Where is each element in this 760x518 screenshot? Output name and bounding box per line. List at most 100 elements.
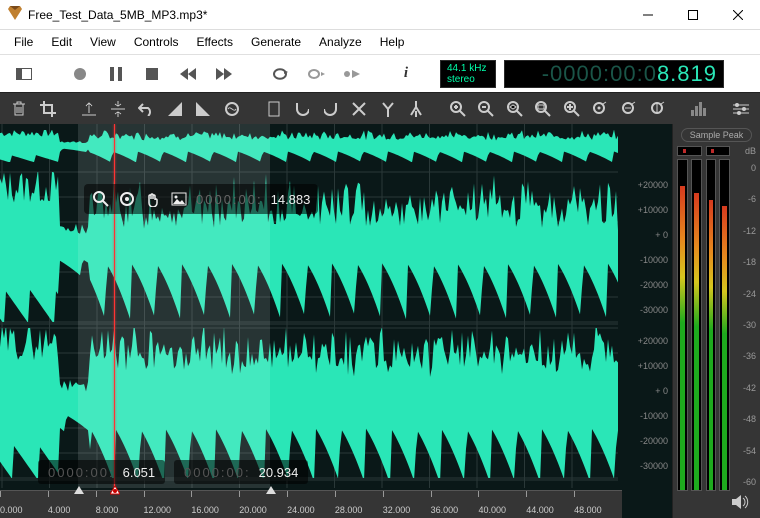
zoom-out-icon[interactable] [475,96,498,122]
amplitude-scale-lower: +20000+10000+ 0-10000-20000-30000 [622,328,672,478]
fade-out-icon[interactable] [192,96,215,122]
record-button[interactable] [66,60,94,88]
time-tick: 44.000 [526,491,574,518]
loop-selection-button[interactable] [302,60,330,88]
meter-bar-1 [677,159,688,491]
merge-icon[interactable] [405,96,428,122]
delete-icon[interactable] [8,96,31,122]
hover-toolbar: 0000:00: 14.883 [84,184,318,214]
time-tick: 12.000 [144,491,192,518]
settings-icon[interactable] [729,96,752,122]
loop-button[interactable] [266,60,294,88]
normalize-icon[interactable] [78,96,101,122]
cross-icon[interactable] [348,96,371,122]
menu-controls[interactable]: Controls [126,33,187,51]
transport-toolbar: i 44.1 kHz stereo -0000:00:08.819 [0,54,760,92]
info-button[interactable]: i [394,65,418,82]
sample-rate-label: 44.1 kHz [447,63,489,74]
sel-start-dim: 0000:00: [48,465,115,480]
peak-indicator-right [706,146,731,156]
meter-bar-3 [706,159,717,491]
overview-waveform[interactable] [0,130,618,162]
menu-file[interactable]: File [6,33,41,51]
time-tick: 40.000 [478,491,526,518]
target1-icon[interactable] [589,96,612,122]
hover-time-value: 14.883 [271,192,311,207]
time-tick: 24.000 [287,491,335,518]
time-tick: 8.000 [96,491,144,518]
maximize-button[interactable] [670,0,715,30]
crop-icon[interactable] [37,96,60,122]
menubar: File Edit View Controls Effects Generate… [0,30,760,54]
edit-toolbar [0,92,760,124]
curve-down-icon[interactable] [291,96,314,122]
sel-end-dim: 0000:00: [184,465,251,480]
levels-icon[interactable] [688,96,711,122]
sel-start-value: 6.051 [123,465,156,480]
view-mode-button[interactable] [10,60,38,88]
meter-panel: Sample Peak dB 0-6-12-18-24-30-36-42-48-… [672,124,760,518]
time-tick: 32.000 [383,491,431,518]
channels-label: stereo [447,74,489,85]
menu-view[interactable]: View [82,33,124,51]
menu-help[interactable]: Help [372,33,413,51]
menu-edit[interactable]: Edit [43,33,80,51]
zoom-sel-icon[interactable] [504,96,527,122]
window-title: Free_Test_Data_5MB_MP3.mp3* [28,8,625,22]
format-display: 44.1 kHz stereo [440,60,496,88]
time-display-value: 8.819 [657,61,717,87]
peak-indicator-left [677,146,702,156]
hover-zoom-icon[interactable] [92,190,110,208]
marker-rect-icon[interactable] [262,96,285,122]
stop-button[interactable] [138,60,166,88]
speaker-icon[interactable] [732,495,750,512]
envelope-icon[interactable] [221,96,244,122]
time-tick: 16.000 [191,491,239,518]
meter-bar-2 [691,159,702,491]
target2-icon[interactable] [618,96,641,122]
play-to-end-button[interactable] [338,60,366,88]
time-ruler[interactable]: 0.0004.0008.00012.00016.00020.00024.0002… [0,490,622,518]
time-display-dim: -0000:00:0 [542,61,657,87]
playhead[interactable] [114,124,115,488]
zoom-all-icon[interactable] [561,96,584,122]
titlebar: Free_Test_Data_5MB_MP3.mp3* [0,0,760,30]
app-icon [8,6,22,23]
time-tick: 4.000 [48,491,96,518]
peak-label[interactable]: Sample Peak [681,128,753,142]
selection-end-label[interactable]: 0000:00: 20.934 [174,460,308,484]
pause-button[interactable] [102,60,130,88]
zoom-in-icon[interactable] [446,96,469,122]
time-tick: 36.000 [431,491,479,518]
selection-start-label[interactable]: 0000:00: 6.051 [38,460,165,484]
time-tick: 48.000 [574,491,622,518]
menu-effects[interactable]: Effects [189,33,241,51]
channel-waveform-lower[interactable] [0,328,618,478]
undo-icon[interactable] [135,96,158,122]
waveform-panel[interactable]: 0000:00: 14.883 0000:00: 6.051 0000:00: 20.… [0,124,672,518]
curve-up-icon[interactable] [319,96,342,122]
zoom-fit-icon[interactable] [532,96,555,122]
hover-image-icon[interactable] [170,190,188,208]
amplitude-scale-upper: +20000+10000+ 0-10000-20000-30000 [622,172,672,322]
meter-bar-4 [719,159,730,491]
sel-end-value: 20.934 [259,465,299,480]
time-tick: 20.000 [239,491,287,518]
forward-button[interactable] [210,60,238,88]
hover-target-icon[interactable] [118,190,136,208]
minimize-button[interactable] [625,0,670,30]
work-area: 0000:00: 14.883 0000:00: 6.051 0000:00: 20.… [0,124,760,518]
hover-hand-icon[interactable] [144,190,162,208]
fork-icon[interactable] [376,96,399,122]
target3-icon[interactable] [646,96,669,122]
menu-generate[interactable]: Generate [243,33,309,51]
fade-in-icon[interactable] [164,96,187,122]
db-scale: 0-6-12-18-24-30-36-42-48-54-60 [734,159,756,491]
center-icon[interactable] [107,96,130,122]
db-unit-label: dB [734,146,756,159]
hover-time-dim: 0000:00: [196,192,263,207]
time-display[interactable]: -0000:00:08.819 [504,60,724,88]
close-button[interactable] [715,0,760,30]
rewind-button[interactable] [174,60,202,88]
menu-analyze[interactable]: Analyze [311,33,370,51]
